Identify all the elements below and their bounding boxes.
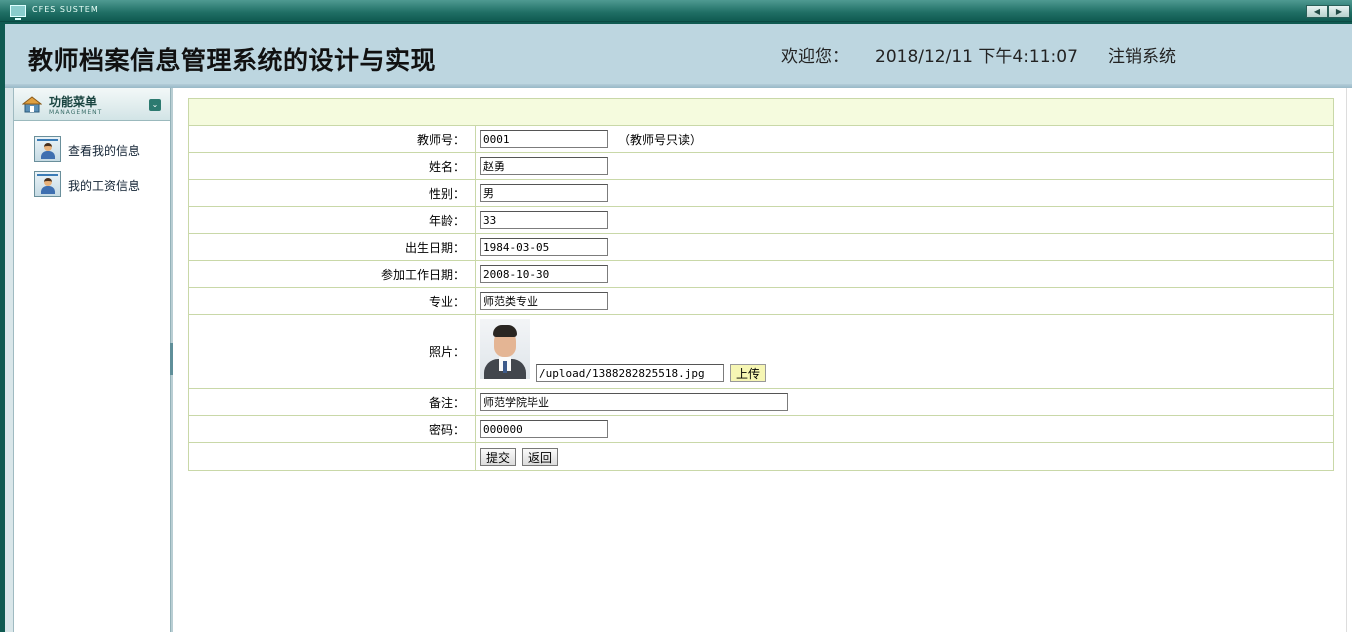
- form-row-birth-date: 出生日期：: [189, 234, 1333, 261]
- remark-field[interactable]: [480, 393, 788, 411]
- form-row-work-date: 参加工作日期：: [189, 261, 1333, 288]
- form-row-gender: 性别：: [189, 180, 1333, 207]
- current-datetime: 2018/12/11 下午4:11:07: [875, 47, 1078, 67]
- actions-label-cell: [189, 443, 476, 470]
- remark-label: 备注：: [189, 389, 476, 415]
- teacher-id-note: （教师号只读）: [618, 132, 703, 147]
- photo-path-field[interactable]: [536, 364, 724, 382]
- user-icon: [34, 171, 61, 197]
- monitor-icon: [10, 5, 26, 20]
- form-row-age: 年龄：: [189, 207, 1333, 234]
- form-row-teacher-id: 教师号： （教师号只读）: [189, 126, 1333, 153]
- system-titlebar: CFES SUSTEM ◀ ▶: [0, 0, 1352, 22]
- back-button[interactable]: 返回: [522, 447, 559, 466]
- photo-label: 照片：: [189, 315, 476, 388]
- birth-date-label: 出生日期：: [189, 234, 476, 260]
- teacher-photo: [480, 319, 530, 379]
- sidebar-item-label: 我的工资信息: [68, 179, 141, 193]
- user-icon: [34, 136, 61, 162]
- age-field[interactable]: [480, 211, 608, 229]
- name-label: 姓名：: [189, 153, 476, 179]
- form-row-password: 密码：: [189, 416, 1333, 443]
- name-field[interactable]: [480, 157, 608, 175]
- sidebar: 功能菜单 MANAGEMENT ⌄ 查看我的信息 我的工资信息: [14, 88, 171, 632]
- age-label: 年龄：: [189, 207, 476, 233]
- password-field[interactable]: [480, 420, 608, 438]
- system-title: CFES SUSTEM: [32, 5, 99, 14]
- home-icon: [22, 96, 42, 113]
- work-date-field[interactable]: [480, 265, 608, 283]
- frame-right-edge: [1346, 88, 1352, 632]
- form-row-photo: 照片： 上传: [189, 315, 1333, 389]
- teacher-id-label: 教师号：: [189, 126, 476, 152]
- work-date-label: 参加工作日期：: [189, 261, 476, 287]
- sidebar-item-my-info[interactable]: 查看我的信息: [34, 136, 164, 164]
- gender-field[interactable]: [480, 184, 608, 202]
- sidebar-item-salary-info[interactable]: 我的工资信息: [34, 171, 164, 199]
- logout-link[interactable]: 注销系统: [1108, 42, 1176, 67]
- form-row-major: 专业：: [189, 288, 1333, 315]
- gender-label: 性别：: [189, 180, 476, 206]
- upload-button[interactable]: 上传: [730, 364, 767, 382]
- major-field[interactable]: [480, 292, 608, 310]
- page-header: 教师档案信息管理系统的设计与实现 欢迎您： 2018/12/11 下午4:11:…: [5, 22, 1352, 88]
- nav-next-button[interactable]: ▶: [1328, 5, 1350, 18]
- submit-button[interactable]: 提交: [480, 447, 517, 466]
- teacher-form: 教师号： （教师号只读） 姓名： 性别： 年龄： 出生日期： 参加工作日期：: [188, 98, 1334, 471]
- collapse-chevron-icon[interactable]: ⌄: [149, 99, 161, 111]
- teacher-id-field[interactable]: [480, 130, 608, 148]
- form-header-band: [189, 99, 1333, 126]
- form-row-actions: 提交 返回: [189, 443, 1333, 470]
- welcome-text: 欢迎您：: [781, 47, 849, 67]
- menu-header[interactable]: 功能菜单 MANAGEMENT ⌄: [14, 88, 171, 121]
- form-row-remark: 备注：: [189, 389, 1333, 416]
- main-content: 教师号： （教师号只读） 姓名： 性别： 年龄： 出生日期： 参加工作日期：: [173, 88, 1352, 632]
- menu-subtitle: MANAGEMENT: [49, 109, 103, 116]
- frame-left-inner: [5, 88, 14, 632]
- menu-title: 功能菜单: [49, 95, 98, 109]
- nav-prev-button[interactable]: ◀: [1306, 5, 1328, 18]
- major-label: 专业：: [189, 288, 476, 314]
- app-title: 教师档案信息管理系统的设计与实现: [28, 46, 437, 75]
- password-label: 密码：: [189, 416, 476, 442]
- sidebar-item-label: 查看我的信息: [68, 144, 141, 158]
- birth-date-field[interactable]: [480, 238, 608, 256]
- form-row-name: 姓名：: [189, 153, 1333, 180]
